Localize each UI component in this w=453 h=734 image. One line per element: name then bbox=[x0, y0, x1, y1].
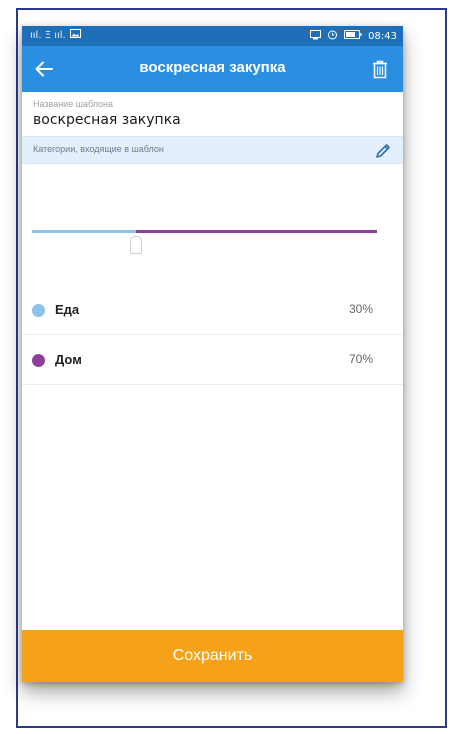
category-color-dot bbox=[32, 304, 45, 317]
page-title: воскресная закупка bbox=[139, 59, 286, 76]
delete-template-button[interactable] bbox=[367, 55, 393, 83]
category-list: Еда 30% Дом 70% bbox=[22, 285, 403, 385]
clock-time: 08:43 bbox=[368, 30, 397, 42]
template-name-value: воскресная закупка bbox=[33, 112, 181, 128]
template-name-field[interactable]: Название шаблона воскресная закупка bbox=[22, 92, 403, 136]
category-name: Дом bbox=[55, 352, 82, 367]
slider-track-right bbox=[136, 230, 377, 233]
arrow-left-icon bbox=[35, 61, 53, 77]
phone-screen: ııl. Ξ ııl. 08:43 воскресная закупка Наз… bbox=[22, 26, 403, 682]
app-bar: воскресная закупка bbox=[22, 46, 403, 92]
split-slider[interactable] bbox=[32, 224, 377, 264]
category-percent: 30% bbox=[348, 302, 373, 316]
status-left: ııl. Ξ ııl. bbox=[30, 29, 81, 41]
signal-icon: ııl. Ξ ııl. bbox=[30, 29, 66, 41]
back-button[interactable] bbox=[30, 56, 58, 82]
categories-header: Категории, входящие в шаблон bbox=[22, 136, 403, 164]
status-bar: ııl. Ξ ııl. 08:43 bbox=[22, 26, 403, 46]
categories-header-label: Категории, входящие в шаблон bbox=[33, 144, 164, 154]
template-name-label: Название шаблона bbox=[33, 99, 114, 109]
slider-handle[interactable] bbox=[130, 236, 142, 254]
alarm-icon bbox=[327, 29, 338, 43]
gallery-icon bbox=[69, 29, 81, 41]
category-color-dot bbox=[32, 354, 45, 367]
edit-categories-button[interactable] bbox=[373, 141, 393, 161]
cast-icon bbox=[310, 29, 322, 43]
slider-track-left bbox=[32, 230, 136, 233]
status-right: 08:43 bbox=[310, 29, 397, 43]
trash-icon bbox=[373, 60, 387, 78]
category-row[interactable]: Дом 70% bbox=[22, 335, 403, 385]
category-name: Еда bbox=[55, 302, 80, 317]
category-row[interactable]: Еда 30% bbox=[22, 285, 403, 335]
category-percent: 70% bbox=[348, 352, 373, 366]
pencil-icon bbox=[376, 144, 390, 158]
save-button[interactable]: Сохранить bbox=[22, 630, 403, 682]
battery-icon bbox=[344, 30, 362, 42]
